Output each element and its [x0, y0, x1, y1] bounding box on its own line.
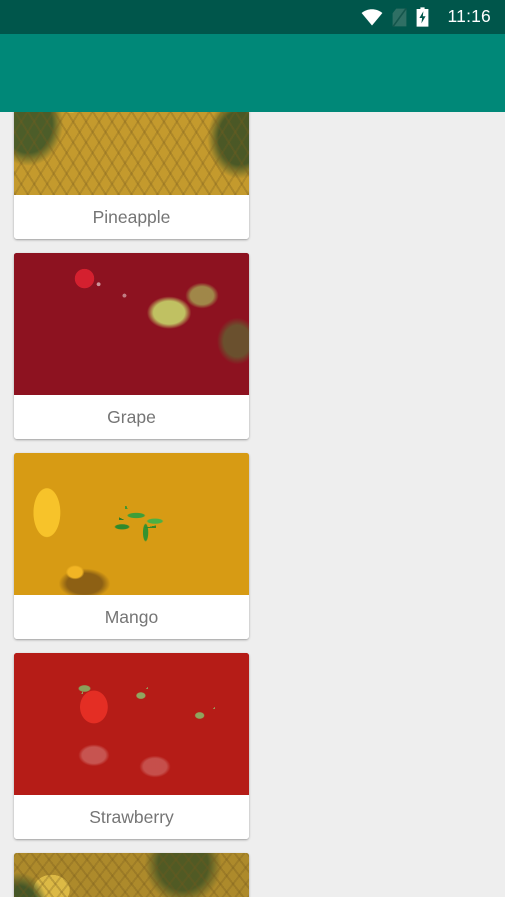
fruit-card-label: Mango — [14, 595, 249, 639]
mango-image — [14, 453, 249, 595]
fruit-card[interactable]: Pineapple — [14, 112, 249, 239]
fruit-artwork — [14, 112, 249, 195]
fruit-card[interactable]: Mango — [14, 453, 249, 639]
status-bar-clock: 11:16 — [447, 6, 491, 27]
status-bar: 11:16 — [0, 0, 505, 34]
status-icons: 11:16 — [361, 7, 492, 27]
fruit-artwork — [14, 453, 249, 595]
fruit-card[interactable]: Grape — [14, 253, 249, 439]
app-bar — [0, 34, 505, 112]
fruit-card[interactable]: Pineapple — [14, 853, 249, 897]
fruit-artwork — [14, 653, 249, 795]
battery-charging-icon — [416, 7, 428, 27]
pineapple-image — [14, 112, 249, 195]
fruit-artwork — [14, 853, 249, 897]
fruit-grid-scroll[interactable]: PineappleGrapeMangoStrawberryPineappleMa… — [0, 112, 505, 897]
fruit-card[interactable]: Strawberry — [14, 653, 249, 839]
grape-image — [14, 253, 249, 395]
fruit-card-label: Pineapple — [14, 195, 249, 239]
no-sim-icon — [391, 7, 407, 27]
phone-screen: 11:16 Pineapple Grape Mango Strawberry Pinea… — [0, 0, 505, 897]
fruit-grid: PineappleGrapeMangoStrawberryPineappleMa… — [0, 112, 505, 897]
pineapple2-image — [14, 853, 249, 897]
fruit-card-label: Strawberry — [14, 795, 249, 839]
strawberry-image — [14, 653, 249, 795]
wifi-icon — [361, 8, 382, 25]
fruit-card-label: Grape — [14, 395, 249, 439]
fruit-artwork — [14, 253, 249, 395]
